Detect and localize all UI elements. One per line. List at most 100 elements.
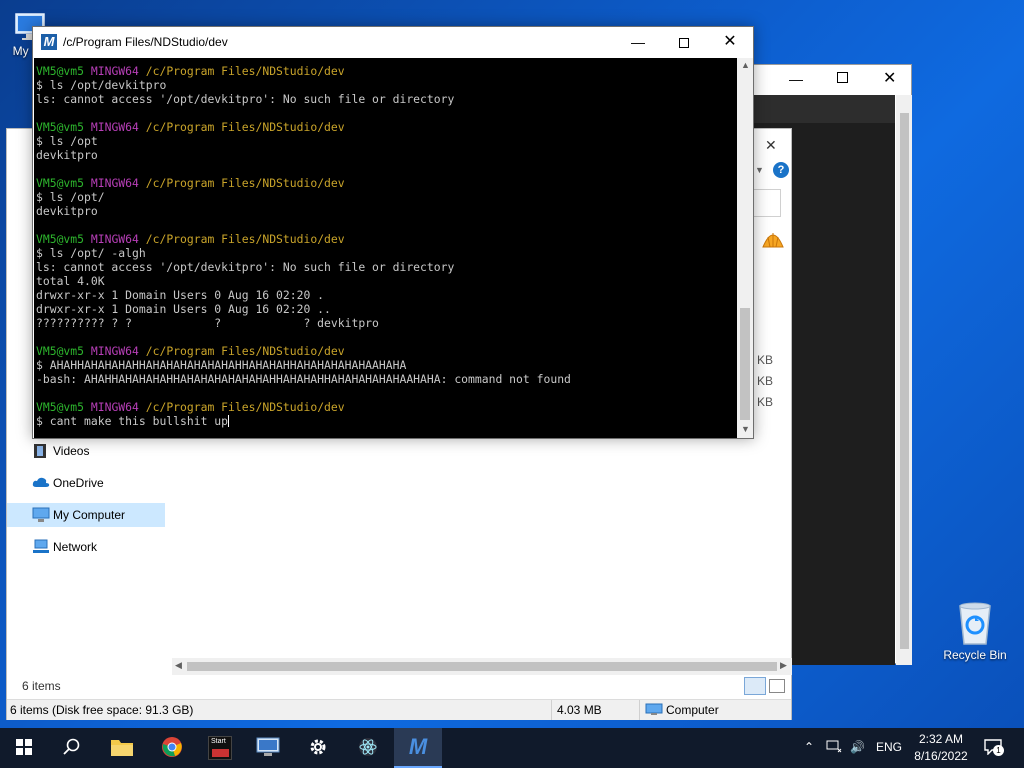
action-center-icon[interactable]: 1 (984, 739, 1004, 756)
prompt-user: VM5@vm5 (36, 176, 85, 190)
chevron-up-icon[interactable]: ⌃ (804, 740, 814, 754)
nav-item-videos[interactable]: Videos (7, 439, 165, 463)
command-line: $ ls /opt (36, 134, 98, 148)
taskbar: Start M ⌃ 🔊 ENG 2:32 AM 8/16/2022 1 (0, 728, 1024, 768)
details-view-icon[interactable] (744, 677, 766, 695)
output-line: drwxr-xr-x 1 Domain Users 0 Aug 16 02:20… (36, 302, 331, 316)
output-line: devkitpro (36, 204, 98, 218)
scroll-up-icon[interactable]: ▲ (741, 60, 750, 70)
date: 8/16/2022 (914, 749, 968, 763)
output-line: total 4.0K (36, 274, 105, 288)
nav-item-my-computer[interactable]: My Computer (7, 503, 165, 527)
status-bar: 6 items (7, 677, 791, 697)
taskbar-electron-app[interactable] (344, 728, 392, 768)
nav-item-label: Videos (53, 444, 90, 458)
command-line: $ ls /opt/devkitpro (36, 78, 167, 92)
scroll-down-icon[interactable]: ▼ (741, 424, 750, 434)
taskbar-start-app[interactable]: Start (196, 728, 244, 768)
notification-tray-icon[interactable] (826, 740, 842, 757)
horizontal-scrollbar[interactable]: ◀ ▶ (172, 658, 792, 675)
search-button[interactable] (48, 728, 96, 768)
prompt-host: MINGW64 (90, 176, 139, 190)
monitor-icon (645, 703, 663, 716)
prompt-host: MINGW64 (90, 232, 139, 246)
volume-icon[interactable]: 🔊 (850, 740, 865, 754)
close-icon[interactable]: ✕ (765, 137, 777, 154)
vertical-scrollbar[interactable]: ▲ ▼ (737, 58, 753, 438)
remote-desktop-icon (255, 736, 281, 761)
nav-item-label: My Computer (53, 508, 126, 522)
desktop-icon-label: Recycle Bin (943, 648, 1007, 662)
prompt-host: MINGW64 (90, 344, 139, 358)
output-line: drwxr-xr-x 1 Domain Users 0 Aug 16 02:20… (36, 288, 325, 302)
nav-item-label: Network (53, 540, 98, 554)
disk-free-space: 6 items (Disk free space: 91.3 GB) (10, 703, 194, 717)
desktop-icon-recycle-bin[interactable]: Recycle Bin (940, 600, 1010, 662)
taskbar-chrome[interactable] (148, 728, 196, 768)
monitor-icon (32, 507, 50, 523)
terminal-output[interactable]: VM5@vm5 MINGW64 /c/Program Files/NDStudi… (34, 58, 737, 438)
chrome-icon (161, 736, 183, 761)
prompt-path: /c/Program Files/NDStudio/dev (145, 232, 345, 246)
taskbar-settings[interactable] (294, 728, 342, 768)
close-icon[interactable]: ✕ (883, 68, 896, 88)
prompt-user: VM5@vm5 (36, 232, 85, 246)
clock[interactable]: 2:32 AM 8/16/2022 (910, 731, 972, 765)
output-line: ls: cannot access '/opt/devkitpro': No s… (36, 92, 455, 106)
title-bar[interactable]: M /c/Program Files/NDStudio/dev — ✕ (33, 27, 753, 58)
maximize-icon (679, 38, 689, 49)
output-line: ls: cannot access '/opt/devkitpro': No s… (36, 260, 455, 274)
large-icons-view-icon[interactable] (769, 679, 785, 693)
start-button[interactable] (0, 728, 48, 768)
msys2-icon: M (408, 734, 428, 759)
shell-icon (761, 229, 785, 251)
selected-size: 4.03 MB (557, 703, 602, 717)
help-icon[interactable]: ? (773, 162, 789, 178)
prompt-user: VM5@vm5 (36, 344, 85, 358)
chevron-down-icon[interactable]: ▼ (755, 165, 764, 175)
maximize-icon[interactable] (837, 72, 848, 83)
taskbar-terminal[interactable]: M (394, 728, 442, 768)
vertical-scrollbar[interactable] (896, 95, 912, 665)
time: 2:32 AM (918, 732, 964, 746)
taskbar-remote-desktop[interactable] (244, 728, 292, 768)
terminal-text: VM5@vm5 MINGW64 /c/Program Files/NDStudi… (34, 58, 737, 428)
prompt-path: /c/Program Files/NDStudio/dev (145, 120, 345, 134)
item-count: 6 items (22, 679, 61, 693)
nav-item-label: OneDrive (53, 476, 104, 490)
nav-item-network[interactable]: Network (7, 535, 165, 559)
scroll-left-icon[interactable]: ◀ (175, 660, 182, 671)
maximize-button[interactable] (661, 27, 707, 57)
divider (639, 700, 640, 720)
recycle-bin-icon (955, 600, 995, 646)
start-tile-label: Start (211, 738, 226, 745)
folder-icon (110, 737, 134, 760)
command-line: $ ls /opt/ (36, 190, 105, 204)
nav-item-onedrive[interactable]: OneDrive (7, 471, 165, 495)
prompt-user: VM5@vm5 (36, 64, 85, 78)
terminal-window[interactable]: M /c/Program Files/NDStudio/dev — ✕ VM5@… (32, 26, 754, 439)
prompt-host: MINGW64 (90, 120, 139, 134)
windows-logo-icon (16, 738, 32, 758)
scroll-right-icon[interactable]: ▶ (780, 660, 787, 671)
output-line: ?????????? ? ? ? ? devkitpro (36, 316, 379, 330)
minimize-icon[interactable]: — (789, 71, 803, 87)
prompt-path: /c/Program Files/NDStudio/dev (145, 176, 345, 190)
prompt-user: VM5@vm5 (36, 400, 85, 414)
close-button[interactable]: ✕ (707, 27, 753, 57)
search-input[interactable] (753, 189, 781, 217)
window-title: /c/Program Files/NDStudio/dev (63, 35, 228, 49)
command-line: $ ls /opt/ -algh (36, 246, 146, 260)
taskbar-file-explorer[interactable] (98, 728, 146, 768)
details-bar: 6 items (Disk free space: 91.3 GB) 4.03 … (7, 699, 791, 720)
editor-header (753, 95, 895, 123)
current-input: $ cant make this bullshit up (36, 414, 229, 428)
film-icon (32, 443, 50, 459)
minimize-button[interactable]: — (615, 27, 661, 57)
prompt-path: /c/Program Files/NDStudio/dev (145, 400, 345, 414)
prompt-host: MINGW64 (90, 64, 139, 78)
language-indicator[interactable]: ENG (876, 740, 902, 754)
command-line: $ AHAHHAHAHAHAHHAHAHAHAHAHAHAHHAHAHAHHAH… (36, 358, 407, 372)
location-label: Computer (666, 703, 719, 717)
notification-badge: 1 (993, 745, 1004, 756)
